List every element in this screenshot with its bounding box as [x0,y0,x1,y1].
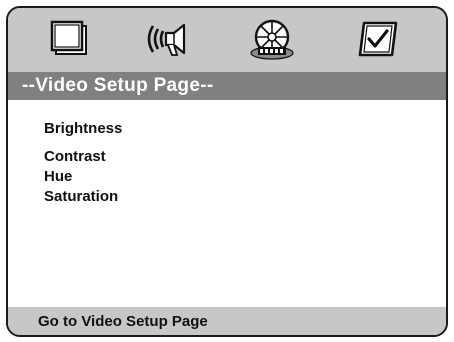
page-title-bar: --Video Setup Page-- [8,72,446,100]
menu-item-contrast[interactable]: Contrast [44,148,106,166]
tab-icon-bar [8,8,446,72]
status-bar: Go to Video Setup Page [8,307,446,335]
tab-general-setup[interactable] [46,17,94,61]
status-text: Go to Video Setup Page [38,313,208,330]
audio-speaker-icon [147,23,186,56]
menu-item-saturation[interactable]: Saturation [44,188,118,206]
video-disc-icon [250,19,294,60]
general-setup-icon [50,20,87,55]
menu-item-brightness[interactable]: Brightness [44,120,122,138]
tab-video-setup[interactable] [248,17,296,61]
tab-audio-setup[interactable] [144,17,192,61]
tab-preference-setup[interactable] [354,17,402,61]
menu-item-hue[interactable]: Hue [44,168,72,186]
preference-check-icon [358,21,398,57]
setup-menu-window: --Video Setup Page-- Brightness Contrast… [6,6,448,337]
page-title: --Video Setup Page-- [22,75,214,96]
